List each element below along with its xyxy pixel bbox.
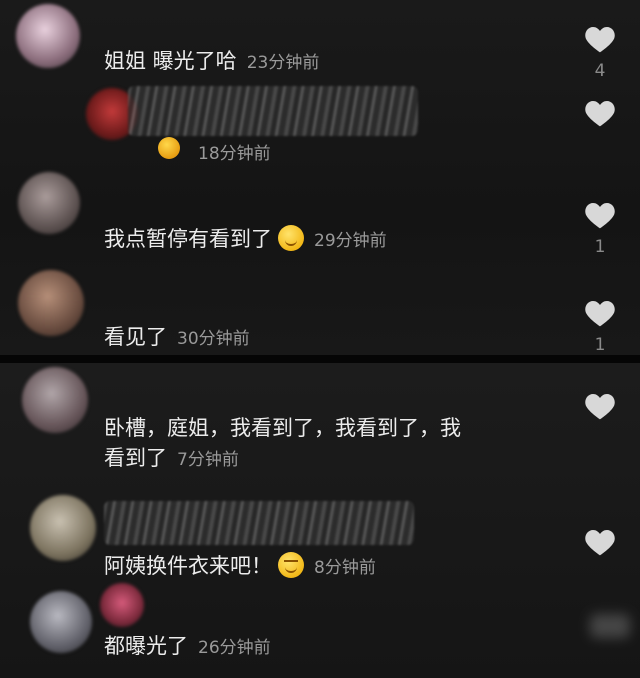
comment-time: 23分钟前	[246, 53, 320, 73]
like-button[interactable]: 1	[578, 200, 622, 257]
heart-icon	[585, 203, 615, 229]
comment-text: 阿姨换件衣来吧！ 8分钟前	[104, 551, 376, 583]
avatar[interactable]	[22, 367, 88, 433]
comment-body: 看见了	[104, 325, 167, 349]
obscured-username	[104, 501, 414, 545]
comment-body: 都曝光了	[104, 634, 188, 658]
comment-time: 7分钟前	[177, 450, 239, 470]
comment-body: 看到了	[104, 446, 167, 470]
comment-time: 26分钟前	[198, 638, 271, 658]
like-count: 1	[594, 237, 606, 257]
screenshot-top: 姐姐 曝光了哈 23分钟前 4 18分钟前 我点暂停有看到了 29分钟前 1 看见了…	[0, 0, 640, 357]
like-button[interactable]	[578, 98, 622, 132]
screenshot-bottom: 卧槽，庭姐，我看到了，我看到了，我 看到了 7分钟前 阿姨换件衣来吧！ 8分钟前 都…	[0, 363, 640, 678]
comment-time: 29分钟前	[314, 231, 387, 251]
avatar[interactable]	[18, 172, 80, 234]
avatar[interactable]	[16, 4, 80, 68]
comment-time: 18分钟前	[198, 144, 271, 164]
comment-time: 8分钟前	[314, 558, 376, 578]
comment-body: 阿姨换件衣来吧！	[104, 554, 272, 578]
comment-text: 看见了 30分钟前	[104, 322, 250, 354]
heart-icon	[585, 530, 615, 556]
obscured-username	[128, 86, 418, 136]
comment-text: 我点暂停有看到了 29分钟前	[104, 224, 387, 256]
like-button[interactable]: 1	[578, 298, 622, 355]
like-button[interactable]: 4	[578, 24, 622, 81]
comment-text: 都曝光了 26分钟前	[104, 631, 271, 663]
like-button[interactable]	[578, 527, 622, 561]
like-count: 1	[594, 335, 606, 355]
avatar[interactable]	[30, 495, 96, 561]
heart-icon	[585, 394, 615, 420]
comment-body: 姐姐 曝光了哈	[104, 49, 237, 73]
smirk-face-emoji	[158, 137, 180, 159]
like-button[interactable]	[578, 391, 622, 425]
like-count: 4	[594, 61, 606, 81]
comment-text: 卧槽，庭姐，我看到了，我看到了，我 看到了 7分钟前	[104, 413, 461, 475]
avatar	[100, 583, 144, 627]
obscured-area	[590, 614, 630, 638]
heart-icon	[585, 27, 615, 53]
smirk-face-emoji	[278, 225, 304, 251]
comment-body: 卧槽，庭姐，我看到了，我看到了，我	[104, 416, 461, 440]
comment-text: 姐姐 曝光了哈 23分钟前	[104, 46, 319, 78]
heart-icon	[585, 301, 615, 327]
wink-face-emoji	[278, 552, 304, 578]
avatar[interactable]	[18, 270, 84, 336]
comment-time: 30分钟前	[177, 329, 250, 349]
screenshot-divider	[0, 355, 640, 363]
avatar[interactable]	[30, 591, 92, 653]
heart-icon	[585, 101, 615, 127]
comment-body: 我点暂停有看到了	[104, 227, 272, 251]
